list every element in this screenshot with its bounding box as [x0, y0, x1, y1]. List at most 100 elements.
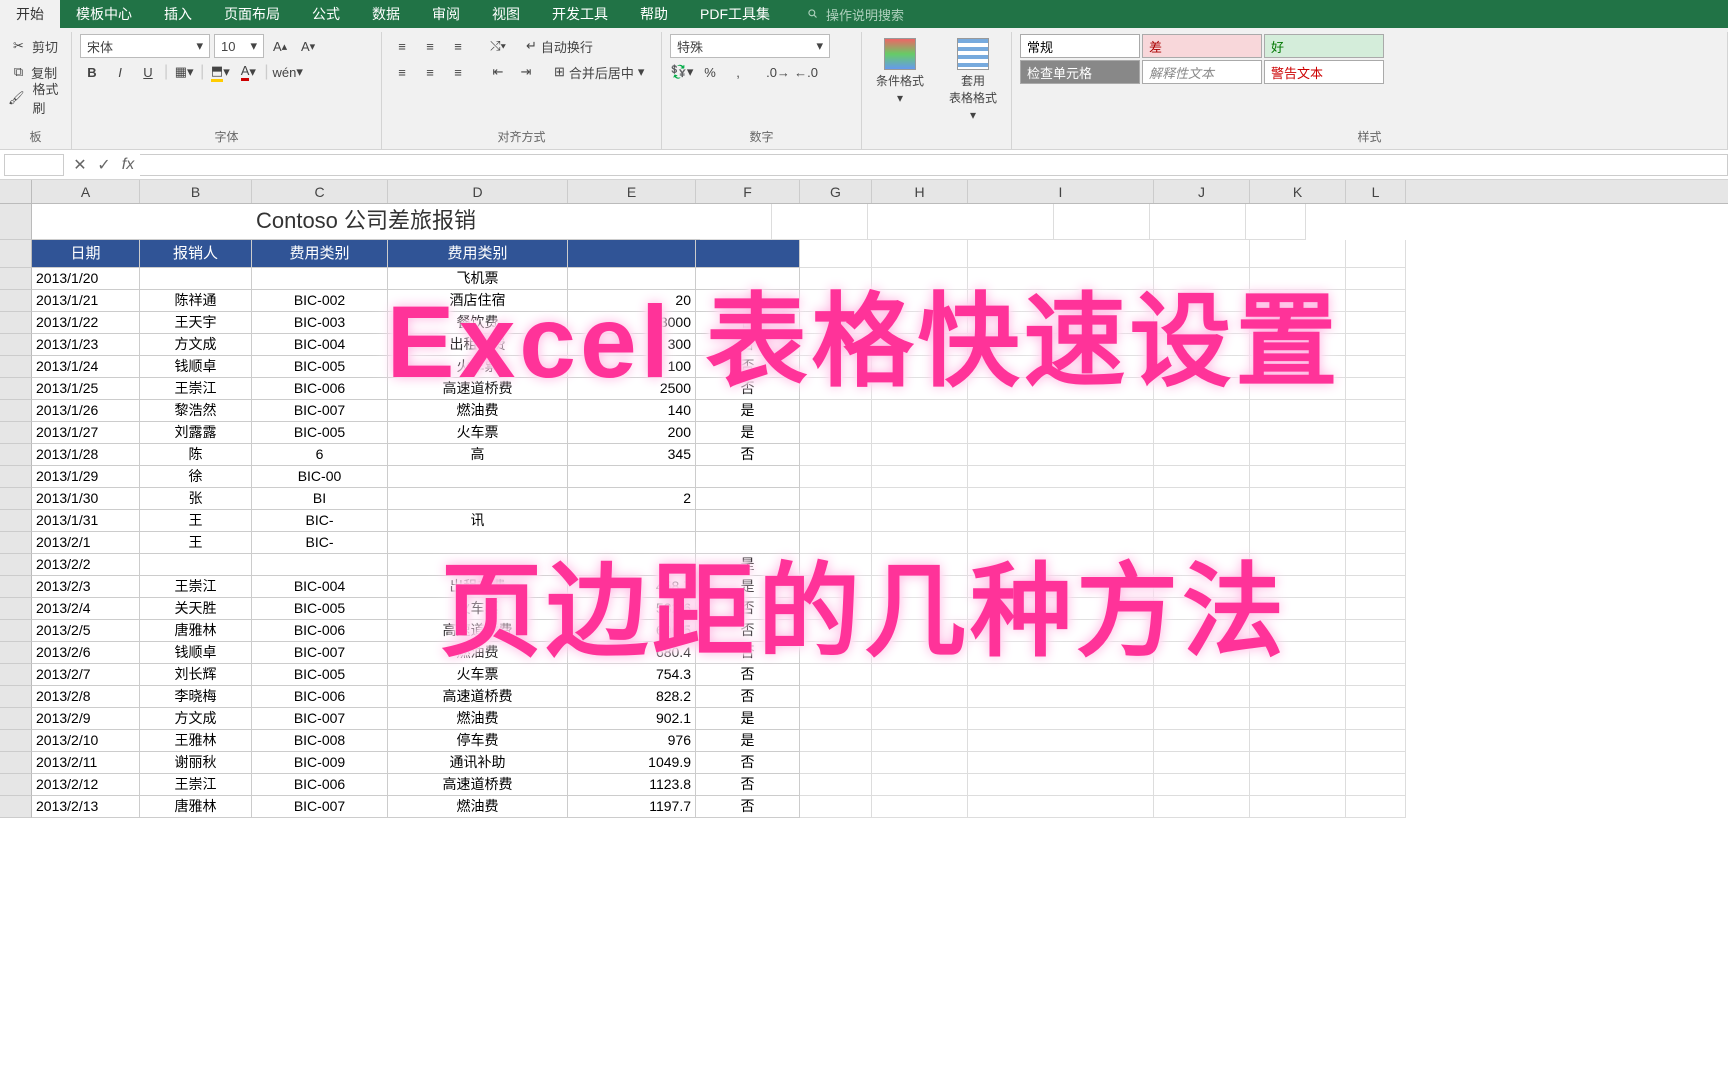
row-header[interactable]: [0, 466, 32, 488]
cell[interactable]: 否: [696, 664, 800, 686]
cell[interactable]: BIC-: [252, 510, 388, 532]
cell[interactable]: [568, 532, 696, 554]
cell[interactable]: [1250, 576, 1346, 598]
cell[interactable]: [968, 268, 1154, 290]
decrease-font-button[interactable]: A▾: [296, 34, 320, 58]
cell[interactable]: [1346, 466, 1406, 488]
cell[interactable]: [968, 730, 1154, 752]
cell[interactable]: 是: [696, 576, 800, 598]
cell[interactable]: [968, 334, 1154, 356]
cell[interactable]: [868, 204, 1054, 240]
cell[interactable]: BIC-005: [252, 664, 388, 686]
cell[interactable]: 100: [568, 356, 696, 378]
cell[interactable]: [1346, 752, 1406, 774]
cell[interactable]: 2013/1/24: [32, 356, 140, 378]
table-header[interactable]: 日期: [32, 240, 140, 268]
cell[interactable]: BIC-005: [252, 356, 388, 378]
cell[interactable]: [968, 620, 1154, 642]
row-header[interactable]: [0, 554, 32, 576]
row-header[interactable]: [0, 334, 32, 356]
cell[interactable]: [872, 444, 968, 466]
cell[interactable]: [1154, 752, 1250, 774]
cell[interactable]: [800, 466, 872, 488]
cell[interactable]: [968, 686, 1154, 708]
cell[interactable]: [1154, 510, 1250, 532]
col-header[interactable]: C: [252, 180, 388, 203]
cell[interactable]: [872, 708, 968, 730]
cell[interactable]: 2013/2/13: [32, 796, 140, 818]
cell[interactable]: 否: [696, 686, 800, 708]
cell[interactable]: 2013/2/6: [32, 642, 140, 664]
row-header[interactable]: [0, 730, 32, 752]
cell[interactable]: 2500: [568, 378, 696, 400]
cell[interactable]: 方文成: [140, 334, 252, 356]
cell[interactable]: 1049.9: [568, 752, 696, 774]
cell[interactable]: 2013/1/21: [32, 290, 140, 312]
row-header[interactable]: [0, 312, 32, 334]
cell[interactable]: 20: [568, 290, 696, 312]
table-header[interactable]: [568, 240, 696, 268]
cell[interactable]: [1346, 422, 1406, 444]
cell[interactable]: [800, 290, 872, 312]
cell[interactable]: 532.6: [568, 598, 696, 620]
wrap-text-button[interactable]: ↵ 自动换行: [526, 34, 593, 58]
table-header[interactable]: 费用类别: [388, 240, 568, 268]
cell[interactable]: [800, 576, 872, 598]
cell[interactable]: 高速道桥费: [388, 378, 568, 400]
col-header[interactable]: D: [388, 180, 568, 203]
cell[interactable]: [872, 620, 968, 642]
cell[interactable]: 高速道桥费: [388, 774, 568, 796]
cell[interactable]: [1250, 752, 1346, 774]
cell[interactable]: 2: [568, 488, 696, 510]
cell[interactable]: [800, 488, 872, 510]
cell[interactable]: [388, 488, 568, 510]
cell-style-差[interactable]: 差: [1142, 34, 1262, 58]
tab-开发工具[interactable]: 开发工具: [536, 0, 624, 28]
cell[interactable]: 高速道桥费: [388, 686, 568, 708]
cell[interactable]: 谢丽秋: [140, 752, 252, 774]
col-header[interactable]: J: [1154, 180, 1250, 203]
cell[interactable]: 680.4: [568, 642, 696, 664]
cell[interactable]: [968, 400, 1154, 422]
increase-font-button[interactable]: A▴: [268, 34, 292, 58]
tell-me-search[interactable]: 操作说明搜索: [806, 0, 904, 28]
cell[interactable]: [1154, 356, 1250, 378]
cell[interactable]: 2013/2/1: [32, 532, 140, 554]
format-as-table-button[interactable]: 套用 表格格式▾: [943, 34, 1003, 122]
cell[interactable]: 2013/1/20: [32, 268, 140, 290]
cell[interactable]: 王崇江: [140, 378, 252, 400]
cell[interactable]: 2013/2/9: [32, 708, 140, 730]
cell[interactable]: [1154, 334, 1250, 356]
cell[interactable]: [1250, 620, 1346, 642]
cell[interactable]: [968, 422, 1154, 444]
cell[interactable]: 出租车费: [388, 334, 568, 356]
cell-style-常规[interactable]: 常规: [1020, 34, 1140, 58]
cell[interactable]: [872, 268, 968, 290]
formula-input[interactable]: [140, 154, 1728, 176]
cell[interactable]: [1054, 204, 1150, 240]
pinyin-button[interactable]: wén▾: [272, 60, 302, 84]
cell[interactable]: [872, 554, 968, 576]
cell[interactable]: [968, 240, 1154, 268]
cell[interactable]: 2013/1/28: [32, 444, 140, 466]
cell[interactable]: [968, 642, 1154, 664]
cell[interactable]: [872, 510, 968, 532]
cell[interactable]: [388, 554, 568, 576]
cell[interactable]: 345: [568, 444, 696, 466]
cell[interactable]: 张: [140, 488, 252, 510]
cell[interactable]: 陈祥通: [140, 290, 252, 312]
cell[interactable]: [1346, 598, 1406, 620]
cell[interactable]: [696, 290, 800, 312]
cell[interactable]: [252, 554, 388, 576]
align-center-button[interactable]: ≡: [418, 60, 442, 84]
cell[interactable]: [968, 774, 1154, 796]
cell[interactable]: [1154, 730, 1250, 752]
cell[interactable]: [1154, 488, 1250, 510]
cell[interactable]: [872, 664, 968, 686]
align-middle-button[interactable]: ≡: [418, 34, 442, 58]
cell[interactable]: 燃油费: [388, 642, 568, 664]
cell[interactable]: 200: [568, 422, 696, 444]
cell[interactable]: [1250, 664, 1346, 686]
cell[interactable]: [1250, 312, 1346, 334]
comma-button[interactable]: ,: [726, 60, 750, 84]
